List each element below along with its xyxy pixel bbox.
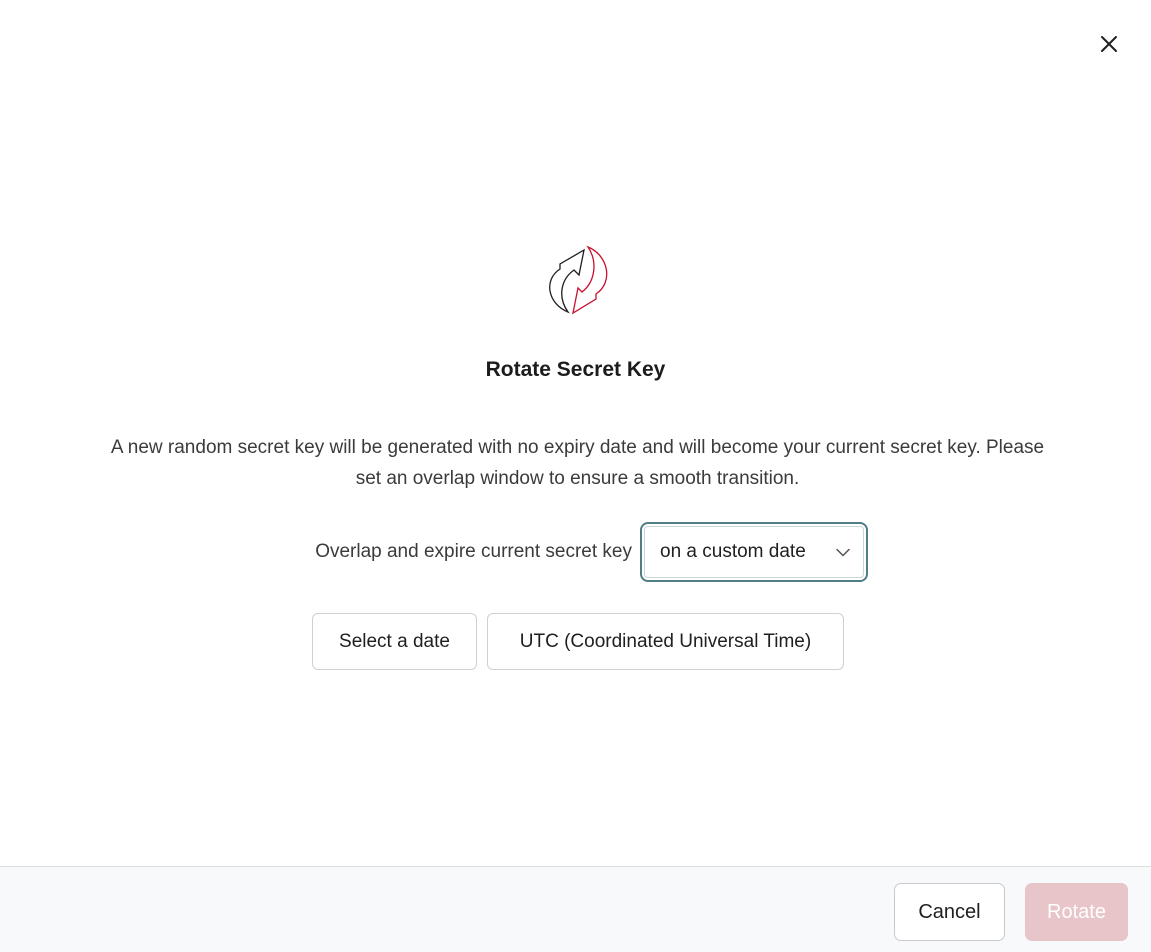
overlap-label: Overlap and expire current secret key <box>315 541 632 562</box>
close-button[interactable] <box>1094 29 1124 59</box>
dialog-title: Rotate Secret Key <box>485 358 666 381</box>
overlap-select-value: on a custom date <box>660 541 806 562</box>
dialog-description: A new random secret key will be generate… <box>110 437 1045 489</box>
cancel-button[interactable]: Cancel <box>894 883 1005 941</box>
rotate-secret-key-dialog: Rotate Secret Key A new random secret ke… <box>0 0 1151 952</box>
timezone-button[interactable]: UTC (Coordinated Universal Time) <box>487 613 844 670</box>
chevron-down-icon <box>836 545 850 559</box>
overlap-select[interactable]: on a custom date <box>640 522 868 582</box>
close-icon <box>1101 36 1117 52</box>
select-date-button[interactable]: Select a date <box>312 613 477 670</box>
rotate-arrows-icon <box>549 245 608 315</box>
rotate-button[interactable]: Rotate <box>1025 883 1128 941</box>
